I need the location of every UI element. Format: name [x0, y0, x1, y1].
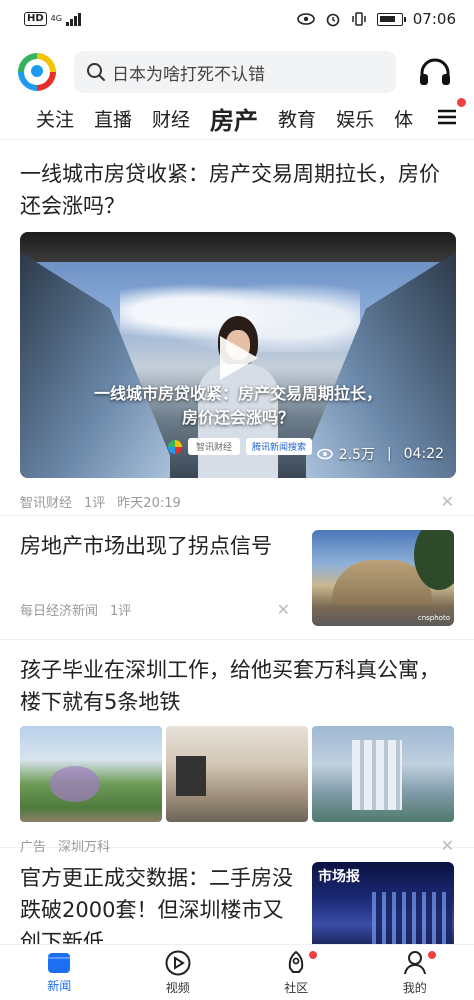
nav-community[interactable]: 社区 [237, 945, 356, 1000]
menu-badge [457, 98, 466, 107]
tab-entertainment[interactable]: 娱乐 [336, 105, 374, 132]
brand-label: 智讯财经 [188, 438, 241, 455]
video-brand: 智讯财经 腾讯新闻搜索 [168, 438, 313, 455]
article-time: 昨天20:19 [117, 496, 181, 511]
ad-image[interactable] [20, 726, 162, 822]
hd-badge: HD [24, 12, 47, 26]
photo-watermark: cnsphoto [417, 614, 450, 622]
profile-badge [427, 951, 436, 959]
app-logo[interactable] [18, 53, 56, 91]
search-box[interactable]: 日本为啥打死不认错 [74, 51, 396, 93]
tab-education[interactable]: 教育 [278, 105, 316, 132]
community-badge [309, 951, 317, 959]
article-source: 深圳万科 [58, 840, 111, 855]
alarm-icon [326, 13, 340, 27]
status-right: 07:06 [296, 10, 456, 28]
ad-image[interactable] [312, 726, 454, 822]
article-title[interactable]: 孩子毕业在深圳工作，给他买套万科真公寓，楼下就有5条地铁 [20, 654, 454, 718]
nav-news[interactable]: 新闻 [0, 945, 119, 1000]
video-stats: 2.5万 | 04:22 [316, 444, 444, 464]
community-icon [289, 950, 304, 973]
article-thumbnail[interactable]: 市场报 [312, 862, 454, 944]
eye-icon [296, 13, 315, 25]
status-bar: HD 4G 07:06 [0, 0, 474, 38]
top-bar: 日本为啥打死不认错 [0, 48, 474, 96]
views-icon [316, 448, 333, 460]
ad-item[interactable]: 孩子毕业在深圳工作，给他买套万科真公寓，楼下就有5条地铁 广告 深圳万科 ✕ [0, 640, 474, 855]
article-source: 每日经济新闻 [20, 604, 99, 619]
menu-icon[interactable] [436, 106, 458, 128]
article-video[interactable]: 一线城市房贷收紧：房产交易周期拉长，房价还会涨吗？ 一线城市房贷收紧：房产交易周… [0, 148, 474, 516]
article-source: 智讯财经 [20, 496, 73, 511]
vibrate-icon [352, 12, 366, 26]
brand-search-label: 腾讯新闻搜索 [246, 438, 313, 455]
article-title[interactable]: 官方更正成交数据：二手房没跌破2000套！但深圳楼市又创下新低 [20, 862, 296, 944]
ad-image-row [20, 726, 454, 822]
dismiss-icon[interactable]: ✕ [277, 600, 290, 619]
video-thumbnail[interactable]: 一线城市房贷收紧：房产交易周期拉长， 房价还会涨吗？ 智讯财经 腾讯新闻搜索 2… [20, 232, 456, 478]
ad-label: 广告 [20, 840, 47, 855]
play-icon[interactable] [220, 336, 258, 380]
video-icon [165, 950, 191, 975]
article-item[interactable]: 房地产市场出现了拐点信号 每日经济新闻 1评 ✕ cnsphoto [0, 516, 474, 640]
battery-icon [376, 12, 406, 26]
tab-sports[interactable]: 体 [394, 105, 413, 132]
article-meta: 每日经济新闻 1评 ✕ [20, 600, 290, 619]
tab-follow[interactable]: 关注 [36, 105, 74, 132]
tab-live[interactable]: 直播 [94, 105, 132, 132]
nav-video[interactable]: 视频 [119, 945, 238, 1000]
news-icon [48, 952, 71, 973]
view-count: 2.5万 [338, 447, 375, 463]
headset-icon[interactable] [418, 57, 452, 87]
status-left: HD 4G [24, 12, 81, 26]
ad-image[interactable] [166, 726, 308, 822]
article-meta: 智讯财经 1评 昨天20:19 ✕ [20, 492, 454, 511]
dismiss-icon[interactable]: ✕ [441, 492, 454, 511]
tab-finance[interactable]: 财经 [152, 105, 190, 132]
article-title[interactable]: 房地产市场出现了拐点信号 [20, 530, 312, 562]
article-item[interactable]: 官方更正成交数据：二手房没跌破2000套！但深圳楼市又创下新低 市场报 [0, 848, 474, 944]
article-thumbnail[interactable]: cnsphoto [312, 530, 454, 626]
comment-count: 1评 [84, 496, 106, 511]
search-icon [87, 63, 105, 81]
signal-icon [65, 12, 81, 26]
clock: 07:06 [412, 10, 456, 28]
video-duration: 04:22 [403, 446, 444, 462]
dismiss-icon[interactable]: ✕ [441, 836, 454, 855]
video-caption: 一线城市房贷收紧：房产交易周期拉长， 房价还会涨吗？ [93, 384, 382, 427]
tab-realestate[interactable]: 房产 [210, 101, 258, 136]
comment-count: 1评 [110, 604, 132, 619]
thumb-caption: 市场报 [318, 869, 360, 885]
search-placeholder: 日本为啥打死不认错 [112, 64, 265, 85]
bottom-nav: 新闻 视频 社区 我的 [0, 944, 474, 1000]
brand-logo-icon [168, 439, 182, 454]
profile-icon [403, 950, 426, 974]
article-title[interactable]: 一线城市房贷收紧：房产交易周期拉长，房价还会涨吗？ [20, 158, 454, 222]
news-feed: 一线城市房贷收紧：房产交易周期拉长，房价还会涨吗？ 一线城市房贷收紧：房产交易周… [0, 148, 474, 944]
network-type: 4G [50, 14, 62, 23]
nav-profile[interactable]: 我的 [356, 945, 474, 1000]
category-tabs: 关注 直播 财经 房产 教育 娱乐 体 [0, 98, 474, 140]
